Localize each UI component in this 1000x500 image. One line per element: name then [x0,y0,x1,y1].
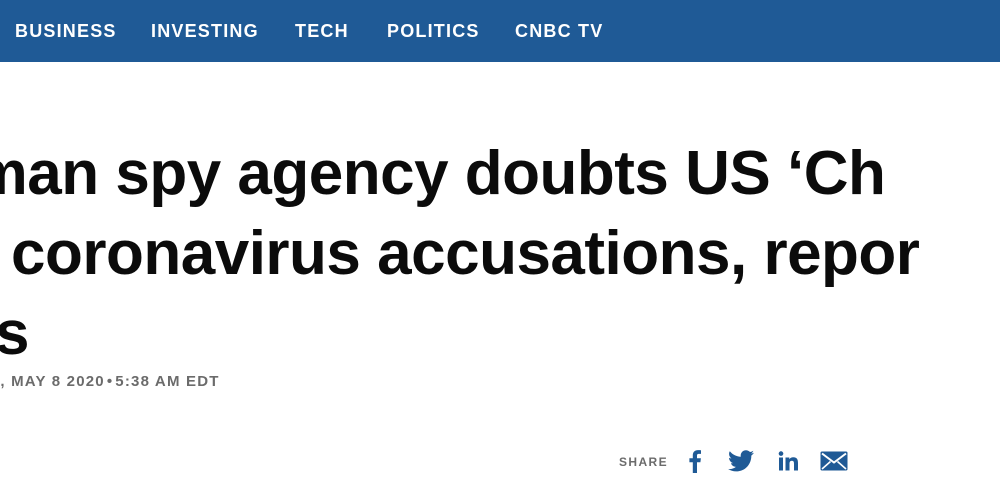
linkedin-icon[interactable] [775,448,801,474]
twitter-icon[interactable] [727,448,755,474]
article-page: BUSINESS INVESTING TECH POLITICS CNBC TV… [0,0,1000,500]
email-glyph [820,451,848,471]
article-timestamp: I, MAY 8 2020 • 5:38 AM EDT [0,373,220,390]
linkedin-glyph [778,451,798,471]
headline-line-1: rman spy agency doubts US ‘Ch [0,139,886,208]
facebook-icon[interactable] [685,448,705,474]
nav-item-cnbc-tv[interactable]: CNBC TV [515,20,603,42]
publish-time: 5:38 AM EDT [115,373,220,390]
twitter-glyph [728,450,754,472]
share-label: SHARE [619,455,669,469]
headline-line-2: coronavirus accusations, repor [11,219,920,288]
top-navigation-bar: BUSINESS INVESTING TECH POLITICS CNBC TV [0,0,1000,62]
nav-item-tech[interactable]: TECH [295,20,349,42]
facebook-glyph [689,450,701,473]
date-time-separator: • [106,373,114,390]
share-bar: SHARE [619,446,859,476]
publish-date: I, MAY 8 2020 [0,373,105,390]
nav-item-business[interactable]: BUSINESS [15,20,117,42]
headline-line-3: s [0,299,29,368]
email-icon[interactable] [819,448,849,474]
nav-item-investing[interactable]: INVESTING [151,20,259,42]
nav-item-politics[interactable]: POLITICS [387,20,480,42]
article-headline: rman spy agency doubts US ‘Ch coronaviru… [0,134,1000,374]
